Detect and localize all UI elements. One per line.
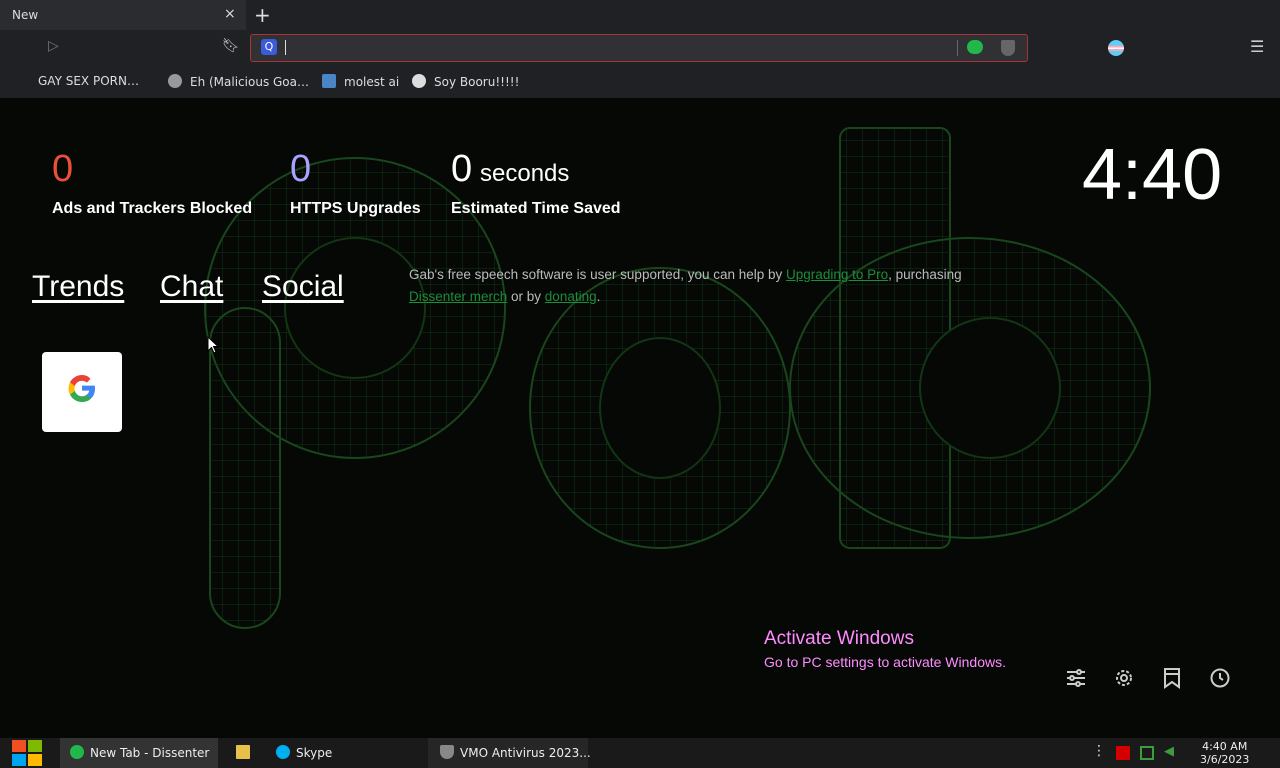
bookmarks-icon[interactable] (1160, 666, 1184, 690)
shield-icon[interactable] (1001, 40, 1015, 56)
bookmark-label: GAY SEX PORN… (38, 74, 139, 88)
folder-icon (236, 745, 250, 759)
tab-close-icon[interactable]: × (224, 6, 236, 22)
activate-windows-watermark: Activate Windows Go to PC settings to ac… (764, 628, 1006, 670)
taskbar-item-dissenter[interactable]: New Tab - Dissenter (60, 738, 218, 768)
stat-value: 0 (290, 148, 312, 190)
chat-link[interactable]: Chat (160, 270, 223, 304)
bookmarks-bar: GAY SEX PORN… Eh (Malicious Goa… molest … (0, 66, 1280, 98)
support-text: Gab's free speech software is user suppo… (409, 267, 787, 282)
gab-background-artwork (204, 127, 1151, 629)
taskbar-item-explorer[interactable] (234, 738, 264, 768)
support-text: . (596, 289, 601, 304)
volume-icon[interactable]: ◀︎ (1164, 744, 1178, 759)
menu-icon[interactable]: ☰ (1250, 37, 1264, 56)
taskbar: New Tab - Dissenter Skype VMO Antivirus … (0, 738, 1280, 768)
site-icon (412, 74, 426, 88)
search-engine-icon: Q (261, 39, 277, 55)
divider (957, 40, 958, 56)
site-icon (322, 74, 336, 88)
tray-overflow-icon[interactable]: ⋮ (1092, 743, 1106, 759)
merch-link[interactable]: Dissenter merch (409, 289, 507, 304)
taskbar-item-label: Skype (296, 746, 333, 760)
watermark-title: Activate Windows (764, 628, 914, 649)
google-icon (68, 375, 95, 402)
new-tab-button[interactable]: + (254, 3, 271, 27)
stat-label: HTTPS Upgrades (290, 200, 421, 217)
bookmark-label: Soy Booru!!!!! (434, 75, 520, 89)
stat-unit: seconds (480, 160, 570, 187)
forward-icon[interactable]: ▷ (48, 38, 59, 54)
bookmark-item[interactable]: GAY SEX PORN… (38, 74, 139, 88)
tab-new-tab[interactable]: New × (0, 0, 246, 30)
taskbar-item-skype[interactable]: Skype (276, 738, 332, 768)
shield-icon (440, 745, 454, 759)
tray-clock[interactable]: 4:40 AM 3/6/2023 (1200, 740, 1249, 766)
stat-value: 0 (451, 148, 473, 190)
support-text: or by (507, 289, 545, 304)
new-tab-page: 0 Ads and Trackers Blocked 0 HTTPS Upgra… (0, 98, 1280, 738)
tray-time: 4:40 AM (1202, 740, 1248, 753)
stat-label: Ads and Trackers Blocked (52, 200, 253, 217)
tab-title: New (12, 8, 39, 22)
stat-value: 0 (52, 148, 74, 190)
dissenter-comments-icon[interactable] (967, 40, 983, 54)
bookmark-item[interactable]: Soy Booru!!!!! (412, 74, 519, 89)
clock: 4:40 (1082, 135, 1223, 215)
globe-icon (168, 74, 182, 88)
text-cursor (285, 40, 286, 55)
social-link[interactable]: Social (262, 270, 344, 304)
tray-date: 3/6/2023 (1200, 753, 1250, 766)
toolbar: ▷ 🔖︎ Q ☰ (0, 30, 1280, 66)
action-center-flag-icon[interactable] (1116, 746, 1130, 760)
taskbar-item-label: VMO Antivirus 2023... (460, 746, 591, 760)
skype-icon (276, 745, 290, 759)
top-site-google[interactable] (42, 352, 122, 432)
tab-strip: New × + (0, 0, 1280, 30)
history-icon[interactable] (1208, 666, 1232, 690)
taskbar-item-label: New Tab - Dissenter (90, 746, 210, 760)
watermark-subtitle: Go to PC settings to activate Windows. (764, 654, 1006, 670)
bookmark-item[interactable]: molest ai (322, 74, 399, 89)
trends-link[interactable]: Trends (32, 270, 124, 304)
support-message: Gab's free speech software is user suppo… (409, 264, 969, 308)
bookmark-label: Eh (Malicious Goa… (190, 75, 309, 89)
profile-avatar[interactable] (1108, 40, 1124, 56)
address-bar[interactable]: Q (250, 34, 1028, 62)
bookmark-item[interactable]: Eh (Malicious Goa… (168, 74, 309, 89)
support-text: , purchasing (888, 267, 962, 282)
network-icon[interactable] (1140, 746, 1154, 760)
dissenter-icon (70, 745, 84, 759)
bookmark-label: molest ai (344, 75, 400, 89)
mouse-cursor-icon (207, 336, 219, 354)
taskbar-item-antivirus[interactable]: VMO Antivirus 2023... (428, 738, 591, 768)
windows-start-icon[interactable] (10, 738, 44, 768)
stat-label: Estimated Time Saved (451, 200, 621, 217)
customize-icon[interactable] (1064, 666, 1088, 690)
upgrade-pro-link[interactable]: Upgrading to Pro (786, 267, 888, 282)
settings-icon[interactable] (1112, 666, 1136, 690)
bookmark-page-icon[interactable]: 🔖︎ (222, 38, 240, 54)
donate-link[interactable]: donating (545, 289, 597, 304)
